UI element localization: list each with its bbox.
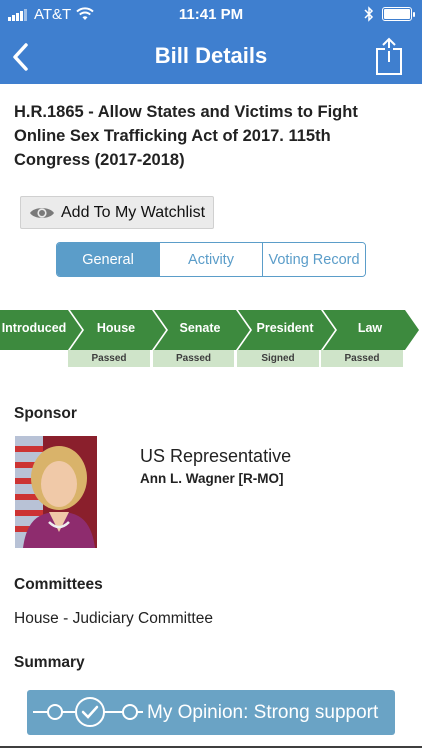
opinion-scale	[33, 697, 143, 727]
bill-title: H.R.1865 - Allow States and Victims to F…	[14, 103, 358, 169]
status-bar: AT&T 11:41 PM	[0, 0, 422, 30]
add-to-watchlist-button[interactable]: Add To My Watchlist	[20, 196, 214, 229]
tab-activity[interactable]: Activity	[159, 243, 262, 276]
committee-value: House - Judiciary Committee	[14, 610, 213, 627]
stage-label-house: House	[96, 321, 136, 335]
status-time: 11:41 PM	[178, 6, 244, 23]
bluetooth-icon	[364, 6, 374, 22]
stage-label-senate: Senate	[179, 321, 221, 335]
opinion-scale-point-selected[interactable]	[75, 697, 105, 727]
stage-label-president: President	[256, 321, 314, 335]
opinion-label: My Opinion: Strong support	[147, 702, 379, 723]
checkmark-icon	[81, 705, 99, 719]
bottom-divider	[0, 746, 422, 748]
summary-heading: Summary	[14, 654, 85, 671]
sponsor-portrait-image	[15, 436, 97, 548]
opinion-scale-point[interactable]	[122, 704, 138, 720]
sponsor-role: US Representative	[140, 446, 292, 466]
watchlist-label: Add To My Watchlist	[61, 203, 206, 221]
stage-status-law: Passed	[321, 350, 403, 367]
tab-bar: General Activity Voting Record	[56, 242, 366, 277]
stage-label-law: Law	[357, 321, 383, 335]
stage-status-house: Passed	[68, 350, 150, 367]
sponsor-heading: Sponsor	[14, 405, 77, 422]
stage-status-president: Signed	[237, 350, 319, 367]
page-title: Bill Details	[154, 43, 268, 68]
sponsor-name: Ann L. Wagner [R-MO]	[140, 471, 284, 486]
committees-heading: Committees	[14, 576, 103, 593]
tab-voting-record[interactable]: Voting Record	[262, 243, 365, 276]
stage-status-senate: Passed	[153, 350, 234, 367]
opinion-scale-point[interactable]	[47, 704, 63, 720]
tab-general[interactable]: General	[57, 243, 159, 276]
my-opinion-button[interactable]: My Opinion: Strong support	[27, 690, 395, 735]
battery-icon	[382, 7, 415, 21]
nav-bar: Bill Details	[0, 30, 422, 84]
stage-label-introduced: Introduced	[1, 321, 67, 335]
status-right	[364, 6, 415, 22]
eye-icon	[30, 207, 54, 218]
bill-progress-tracker: Introduced House Senate President Law Pa…	[0, 310, 422, 370]
sponsor-photo	[15, 436, 97, 548]
share-icon[interactable]	[374, 36, 404, 76]
